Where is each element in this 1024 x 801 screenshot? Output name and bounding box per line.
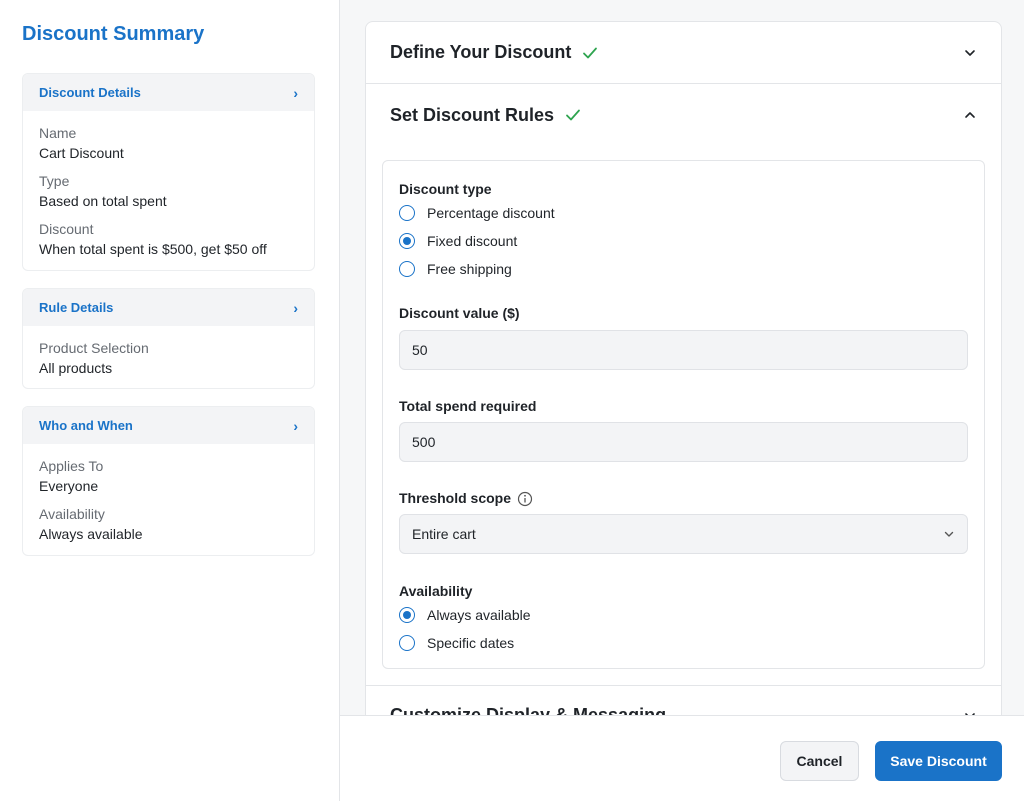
radio-button[interactable]	[399, 233, 415, 249]
sidebar-title: Discount Summary	[22, 23, 205, 45]
radio-button[interactable]	[399, 635, 415, 651]
section-title: Set Discount Rules	[390, 104, 555, 125]
discount-accordion: Define Your Discount Set Discount Rules …	[365, 21, 1002, 715]
discount-details-header[interactable]: Discount Details ›	[23, 74, 314, 111]
set-rules-section-header[interactable]: Set Discount Rules	[366, 84, 1001, 146]
chevron-up-icon	[965, 112, 975, 118]
field-value: When total spent is $500, get $50 off	[39, 241, 267, 257]
threshold-scope-label: Threshold scope	[399, 490, 533, 507]
radio-fixed-discount[interactable]: Fixed discount	[399, 233, 517, 249]
radio-label: Free shipping	[427, 261, 512, 277]
field-value: Everyone	[39, 478, 99, 494]
field-label: Name	[39, 125, 77, 141]
customize-display-section-header[interactable]: Customize Display & Messaging	[366, 685, 1001, 715]
availability-label: Availability	[399, 583, 473, 599]
radio-always-available[interactable]: Always available	[399, 607, 531, 623]
cancel-button[interactable]: Cancel	[780, 741, 859, 781]
checkmark-icon	[583, 47, 598, 58]
chevron-right-icon: ›	[293, 84, 298, 101]
radio-specific-dates[interactable]: Specific dates	[399, 635, 514, 651]
radio-free-shipping[interactable]: Free shipping	[399, 261, 512, 277]
total-spend-input[interactable]	[399, 422, 968, 462]
discount-value-label: Discount value ($)	[399, 305, 520, 321]
section-title: Customize Display & Messaging	[390, 705, 667, 715]
select-value: Entire cart	[412, 526, 476, 542]
card-header-label: Who and When	[39, 418, 133, 433]
field-value: Cart Discount	[39, 145, 124, 161]
checkmark-icon	[566, 109, 580, 121]
discount-value-input[interactable]	[399, 330, 968, 370]
field-label: Applies To	[39, 458, 104, 474]
who-and-when-card: Who and When › Applies To Everyone Avail…	[22, 406, 315, 556]
field-value: Based on total spent	[39, 193, 167, 209]
threshold-scope-text: Threshold scope	[399, 490, 512, 506]
discount-type-label: Discount type	[399, 181, 492, 197]
field-value: Always available	[39, 526, 143, 542]
radio-label: Always available	[427, 607, 531, 623]
radio-percentage-discount[interactable]: Percentage discount	[399, 205, 555, 221]
radio-label: Fixed discount	[427, 233, 518, 249]
radio-button[interactable]	[399, 205, 415, 221]
section-title: Define Your Discount	[390, 42, 572, 62]
radio-label: Percentage discount	[427, 205, 555, 221]
radio-button[interactable]	[399, 261, 415, 277]
define-discount-section-header[interactable]: Define Your Discount	[366, 22, 1001, 84]
discount-details-card: Discount Details › Name Cart Discount Ty…	[22, 73, 315, 271]
radio-label: Specific dates	[427, 635, 515, 651]
rule-details-card: Rule Details › Product Selection All pro…	[22, 288, 315, 389]
chevron-right-icon: ›	[293, 417, 298, 434]
chevron-down-icon	[944, 531, 954, 537]
field-label: Availability	[39, 506, 105, 522]
who-and-when-header[interactable]: Who and When ›	[23, 407, 314, 444]
discount-rules-form: Discount type Percentage discount Fixed …	[382, 160, 985, 669]
chevron-down-icon	[965, 49, 975, 56]
field-label: Discount	[39, 221, 94, 237]
card-header-label: Rule Details	[39, 300, 114, 315]
form-footer: Cancel Save Discount	[340, 715, 1024, 801]
chevron-right-icon: ›	[293, 299, 298, 316]
field-label: Product Selection	[39, 340, 149, 356]
field-label: Type	[39, 173, 70, 189]
threshold-scope-select[interactable]: Entire cart	[399, 514, 968, 554]
summary-sidebar: Discount Summary Discount Details › Name…	[0, 0, 340, 801]
field-value: All products	[39, 360, 113, 376]
card-header-label: Discount Details	[39, 85, 141, 100]
total-spend-label: Total spend required	[399, 398, 537, 414]
rule-details-header[interactable]: Rule Details ›	[23, 289, 314, 326]
main-panel: Define Your Discount Set Discount Rules …	[340, 0, 1024, 715]
save-discount-button[interactable]: Save Discount	[875, 741, 1002, 781]
info-icon[interactable]	[517, 491, 533, 507]
radio-button[interactable]	[399, 607, 415, 623]
